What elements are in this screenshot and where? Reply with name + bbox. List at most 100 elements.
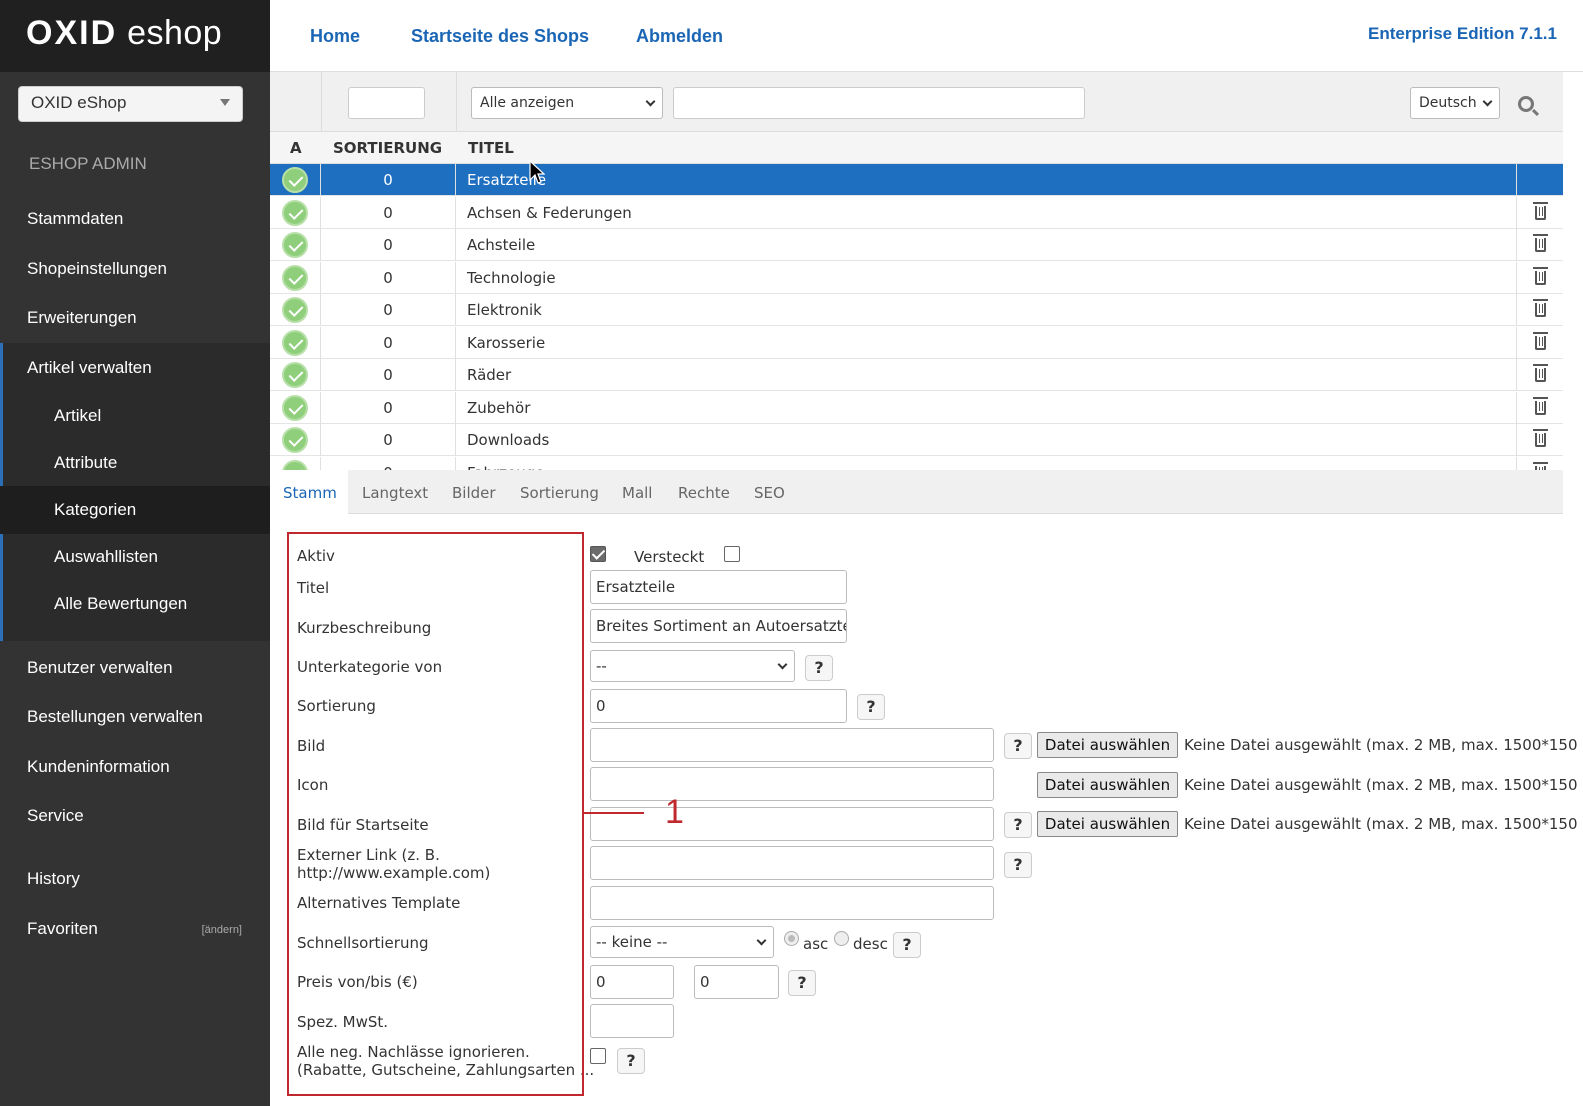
- sortierung-input[interactable]: 0: [590, 689, 847, 723]
- delete-cell: [1516, 261, 1563, 294]
- help-icon[interactable]: ?: [1004, 733, 1032, 759]
- title-cell[interactable]: Downloads: [467, 431, 549, 449]
- bild-startseite-input[interactable]: [590, 807, 994, 841]
- title-cell[interactable]: Technologie: [467, 269, 556, 287]
- shop-select[interactable]: OXID eShop: [18, 86, 243, 122]
- trash-icon[interactable]: [1533, 364, 1548, 382]
- table-header: A SORTIERUNG TITEL: [270, 132, 1563, 164]
- sort-filter-input[interactable]: [348, 87, 425, 119]
- help-icon[interactable]: ?: [857, 694, 885, 720]
- search-icon[interactable]: [1518, 96, 1534, 112]
- shop-start-link[interactable]: Startseite des Shops: [411, 26, 589, 47]
- sidebar-subitem-attribute[interactable]: Attribute: [54, 453, 117, 473]
- sidebar-item-kundeninformation[interactable]: Kundeninformation: [27, 757, 170, 777]
- caret-down-icon: [220, 99, 230, 106]
- trash-icon[interactable]: [1533, 429, 1548, 447]
- trash-icon[interactable]: [1533, 331, 1548, 350]
- trash-icon[interactable]: [1533, 201, 1548, 220]
- active-cell: [270, 391, 321, 424]
- title-cell[interactable]: Achsen & Federungen: [467, 204, 632, 222]
- favoriten-edit-link[interactable]: [ändern]: [202, 924, 242, 936]
- table-row[interactable]: 0 Zubehör: [270, 391, 1563, 424]
- tab-stamm[interactable]: Stamm: [283, 484, 337, 502]
- trash-icon[interactable]: [1533, 266, 1548, 285]
- help-icon[interactable]: ?: [805, 655, 833, 681]
- icon-file-button[interactable]: Datei auswählen: [1037, 772, 1178, 798]
- title-filter-input[interactable]: [673, 87, 1085, 119]
- table-row[interactable]: 0 Technologie: [270, 261, 1563, 294]
- logout-link[interactable]: Abmelden: [636, 26, 723, 47]
- bild-startseite-file-button[interactable]: Datei auswählen: [1037, 811, 1178, 837]
- help-icon[interactable]: ?: [893, 932, 921, 958]
- tab-bilder[interactable]: Bilder: [452, 484, 496, 502]
- bild-startseite-file-note: Keine Datei ausgewählt (max. 2 MB, max. …: [1184, 815, 1578, 833]
- table-row[interactable]: 0 Elektronik: [270, 294, 1563, 326]
- title-cell[interactable]: Zubehör: [467, 399, 530, 417]
- sidebar-subitem-auswahllisten[interactable]: Auswahllisten: [54, 547, 158, 567]
- title-cell[interactable]: Elektronik: [467, 301, 542, 319]
- mwst-input[interactable]: [590, 1004, 674, 1038]
- trash-icon[interactable]: [1533, 299, 1548, 317]
- table-row[interactable]: 0 Achsteile: [270, 229, 1563, 261]
- help-icon[interactable]: ?: [1004, 812, 1032, 838]
- trash-icon[interactable]: [1533, 234, 1548, 252]
- tab-rechte[interactable]: Rechte: [678, 484, 730, 502]
- delete-cell: [1516, 196, 1563, 229]
- sidebar-item-shopeinstellungen[interactable]: Shopeinstellungen: [27, 259, 167, 279]
- column-divider: [321, 72, 322, 132]
- tab-seo[interactable]: SEO: [754, 484, 785, 502]
- schnellsortierung-select[interactable]: -- keine --: [590, 926, 774, 958]
- preis-von-input[interactable]: 0: [590, 965, 674, 999]
- sidebar-item-erweiterungen[interactable]: Erweiterungen: [27, 308, 137, 328]
- table-row[interactable]: 0 Karosserie: [270, 326, 1563, 359]
- language-select[interactable]: Deutsch: [1410, 87, 1500, 119]
- help-icon[interactable]: ?: [617, 1048, 645, 1074]
- nachlaesse-checkbox[interactable]: [590, 1048, 606, 1064]
- sidebar-subitem-kategorien[interactable]: Kategorien: [54, 500, 136, 520]
- sidebar-item-service[interactable]: Service: [27, 806, 84, 826]
- table-row[interactable]: 0 Räder: [270, 359, 1563, 391]
- icon-input[interactable]: [590, 767, 994, 801]
- home-link[interactable]: Home: [310, 26, 360, 47]
- tab-mall[interactable]: Mall: [622, 484, 652, 502]
- sort-cell: 0: [321, 456, 456, 470]
- externer-link-input[interactable]: [590, 846, 994, 880]
- trash-icon[interactable]: [1533, 396, 1548, 415]
- sidebar-item-benutzer-verwalten[interactable]: Benutzer verwalten: [27, 658, 173, 678]
- tab-langtext[interactable]: Langtext: [362, 484, 428, 502]
- sidebar-item-favoriten[interactable]: Favoriten: [27, 919, 98, 939]
- sidebar-item-history[interactable]: History: [27, 869, 80, 889]
- sort-desc-radio[interactable]: [834, 931, 849, 946]
- sidebar-subitem-artikel[interactable]: Artikel: [54, 406, 101, 426]
- sidebar-subitem-alle-bewertungen[interactable]: Alle Bewertungen: [54, 594, 187, 614]
- versteckt-checkbox[interactable]: [724, 546, 740, 562]
- sort-cell: 0: [321, 196, 456, 229]
- help-icon[interactable]: ?: [788, 970, 816, 996]
- table-row[interactable]: 0 Downloads: [270, 424, 1563, 456]
- logo[interactable]: OXID eshop: [0, 0, 270, 72]
- sidebar-item-stammdaten[interactable]: Stammdaten: [27, 209, 123, 229]
- show-filter-select[interactable]: Alle anzeigen: [471, 87, 663, 119]
- tab-sortierung[interactable]: Sortierung: [520, 484, 599, 502]
- alt-template-input[interactable]: [590, 886, 994, 920]
- preis-bis-input[interactable]: 0: [694, 965, 779, 999]
- bild-file-button[interactable]: Datei auswählen: [1037, 732, 1178, 758]
- header-active[interactable]: A: [290, 139, 302, 157]
- help-icon[interactable]: ?: [1004, 852, 1032, 878]
- kurzbeschreibung-input[interactable]: Breites Sortiment an Autoersatztei: [590, 609, 847, 643]
- table-row[interactable]: 0Fahrzeuge: [270, 456, 1563, 470]
- sidebar-item-bestellungen-verwalten[interactable]: Bestellungen verwalten: [27, 707, 203, 727]
- header-title[interactable]: TITEL: [468, 139, 514, 157]
- bild-input[interactable]: [590, 728, 994, 762]
- table-row[interactable]: 0 Achsen & Federungen: [270, 196, 1563, 229]
- unterkategorie-select[interactable]: --: [590, 650, 795, 682]
- title-cell[interactable]: Achsteile: [467, 236, 535, 254]
- titel-input[interactable]: Ersatzteile: [590, 570, 847, 604]
- title-cell[interactable]: Karosserie: [467, 334, 545, 352]
- sort-asc-radio[interactable]: [784, 931, 799, 946]
- aktiv-checkbox[interactable]: [590, 546, 606, 562]
- header-sort[interactable]: SORTIERUNG: [333, 139, 442, 157]
- table-row[interactable]: 0 Ersatzteile: [270, 164, 1563, 196]
- title-cell[interactable]: Räder: [467, 366, 511, 384]
- sidebar-item-artikel-verwalten[interactable]: Artikel verwalten: [27, 358, 152, 378]
